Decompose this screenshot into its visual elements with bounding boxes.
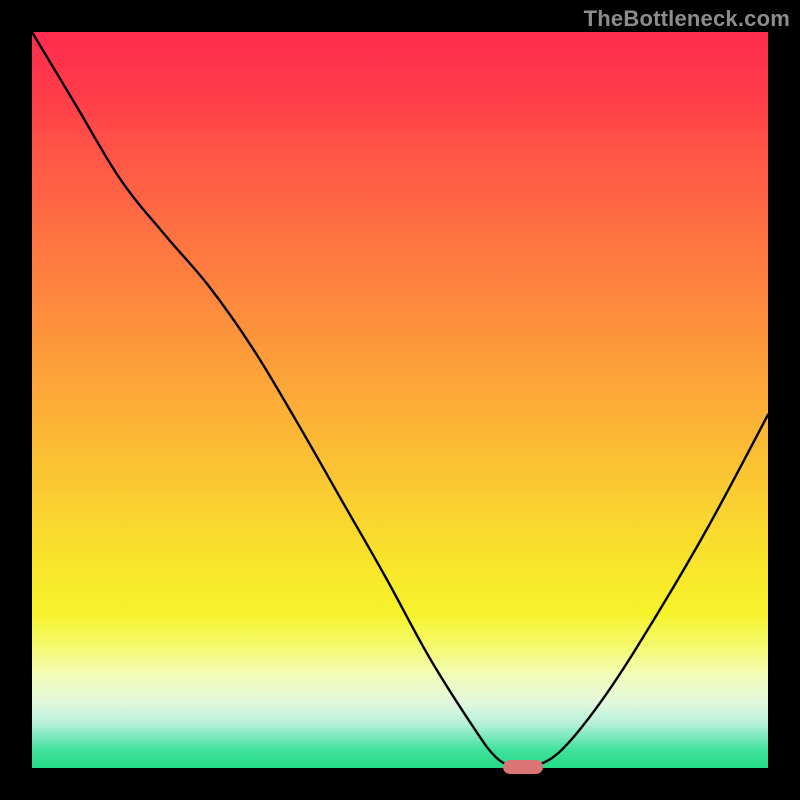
watermark-text: TheBottleneck.com xyxy=(584,6,790,32)
bottleneck-curve xyxy=(32,32,768,768)
optimal-marker xyxy=(503,760,543,774)
